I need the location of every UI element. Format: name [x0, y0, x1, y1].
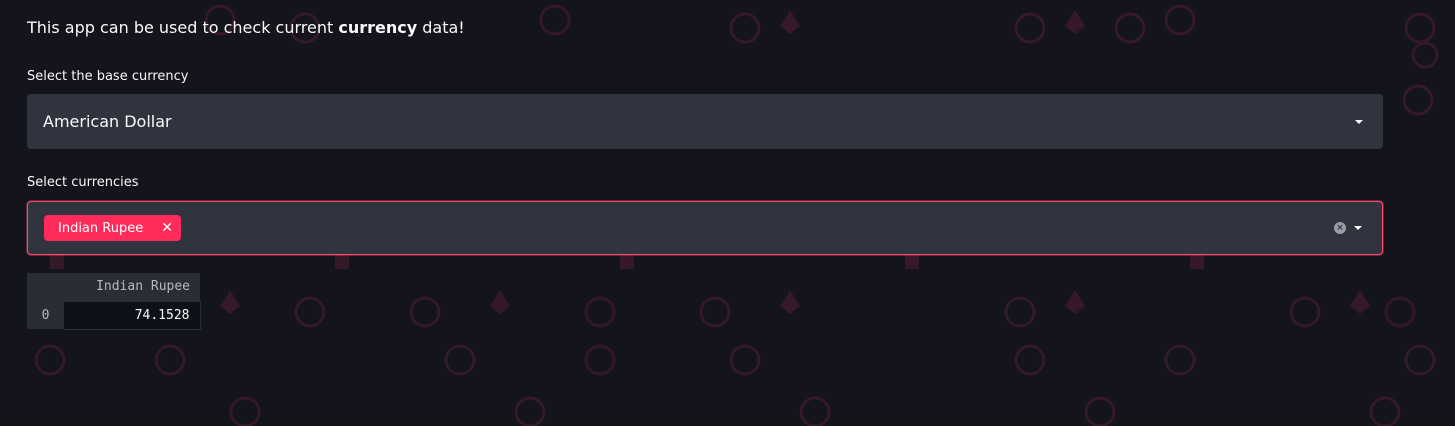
currency-tag-label: Indian Rupee [58, 220, 144, 236]
chevron-down-icon[interactable] [1355, 119, 1363, 124]
chevron-down-icon[interactable] [1354, 226, 1362, 230]
intro-text: This app can be used to check current cu… [27, 18, 465, 37]
table-cell[interactable]: 74.1528 [64, 300, 201, 330]
index-header [27, 273, 65, 301]
base-currency-label: Select the base currency [27, 69, 189, 84]
currency-tag: Indian Rupee ✕ [44, 215, 181, 241]
column-header[interactable]: Indian Rupee [64, 273, 200, 301]
currency-table: Indian Rupee 0 74.1528 [27, 273, 201, 330]
close-icon[interactable]: ✕ [161, 221, 173, 235]
row-index: 0 [27, 301, 64, 329]
table-row: 0 74.1528 [27, 300, 201, 330]
base-currency-value: American Dollar [43, 112, 172, 131]
currencies-multiselect[interactable]: Indian Rupee ✕ × [27, 201, 1383, 255]
intro-suffix: data! [417, 18, 465, 37]
intro-prefix: This app can be used to check current [27, 18, 339, 37]
base-currency-select[interactable]: American Dollar [27, 94, 1383, 149]
currencies-label: Select currencies [27, 175, 139, 190]
intro-bold: currency [338, 18, 418, 37]
table-header-row: Indian Rupee [27, 273, 200, 301]
clear-icon[interactable]: × [1334, 222, 1346, 234]
